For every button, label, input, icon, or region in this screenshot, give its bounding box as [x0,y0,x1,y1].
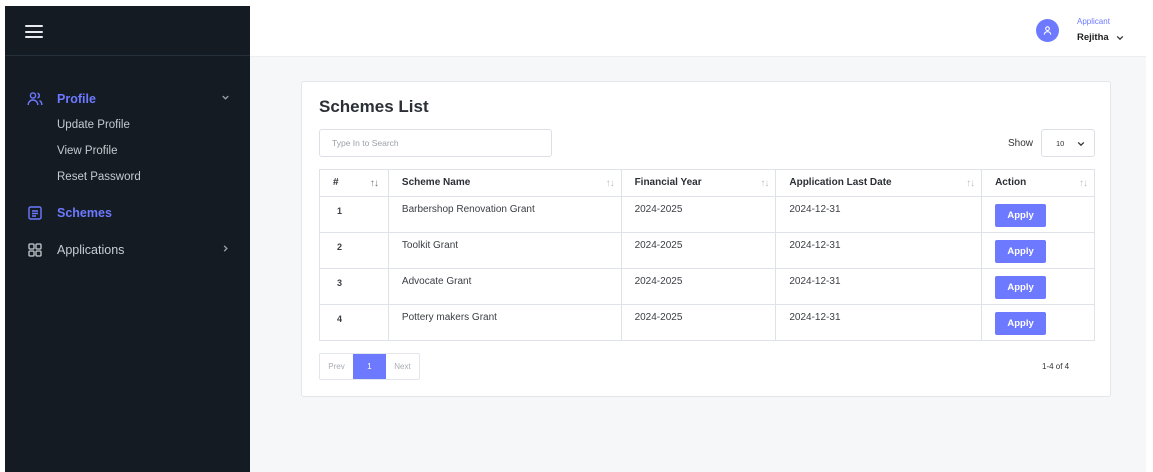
next-page-button[interactable]: Next [386,354,419,379]
last-date-cell: 2024-12-31 [775,232,983,269]
chevron-right-icon [223,245,228,252]
apply-button[interactable]: Apply [995,240,1047,263]
scheme-name-cell: Barbershop Renovation Grant [387,196,622,233]
last-date-cell: 2024-12-31 [775,196,983,233]
user-name[interactable]: Rejitha [1077,32,1109,43]
row-number: 1 [319,196,389,233]
main-content: Schemes List Show 10 # ↑↓ Scheme Name ↑↓ F… [250,57,1146,472]
table-row: 3 Advocate Grant 2024-2025 2024-12-31 Ap… [319,268,1095,305]
column-header-scheme-name[interactable]: Scheme Name ↑↓ [387,169,622,197]
column-header-action[interactable]: Action ↑↓ [981,169,1095,197]
page-1-button[interactable]: 1 [353,354,386,379]
row-number: 2 [319,232,389,269]
avatar[interactable] [1036,19,1059,42]
page-title: Schemes List [319,97,429,116]
sidebar-item-applications[interactable]: Applications [5,237,250,263]
financial-year-cell: 2024-2025 [620,196,777,233]
sort-icon[interactable]: ↑↓ [760,178,769,189]
top-header: Applicant Rejitha [250,6,1146,57]
financial-year-cell: 2024-2025 [620,304,777,341]
user-role: Applicant [1077,17,1110,26]
row-number: 3 [319,268,389,305]
sort-icon[interactable]: ↑↓ [1079,178,1088,189]
show-label: Show [1008,138,1034,149]
column-header-financial-year[interactable]: Financial Year ↑↓ [620,169,777,197]
search-input[interactable] [319,129,552,157]
action-cell: Apply [981,304,1095,341]
action-cell: Apply [981,268,1095,305]
users-icon [27,91,43,107]
table-row: 1 Barbershop Renovation Grant 2024-2025 … [319,196,1095,233]
column-header-label: Action [995,177,1027,188]
table-header-row: # ↑↓ Scheme Name ↑↓ Financial Year ↑↓ Appli… [319,169,1095,197]
sidebar-item-label: Profile [57,92,96,106]
column-header-label: # [333,177,339,188]
apply-button[interactable]: Apply [995,276,1047,299]
sidebar-item-profile[interactable]: Profile [5,86,250,112]
schemes-table: # ↑↓ Scheme Name ↑↓ Financial Year ↑↓ Appli… [319,169,1095,341]
table-row: 2 Toolkit Grant 2024-2025 2024-12-31 App… [319,232,1095,269]
column-header-label: Application Last Date [789,177,892,188]
scheme-name-cell: Advocate Grant [387,268,622,305]
column-header-last-date[interactable]: Application Last Date ↑↓ [775,169,983,197]
sidebar-item-label: Applications [57,243,125,257]
sidebar-nav: Profile Update Profile View Profile Rese… [5,86,250,263]
hamburger-menu-icon[interactable] [25,25,43,38]
list-icon [27,205,43,221]
user-icon [1043,26,1052,35]
page-size-select[interactable]: 10 [1041,129,1095,157]
prev-page-button[interactable]: Prev [320,354,353,379]
page-size-value: 10 [1056,138,1065,148]
sort-icon[interactable]: ↑↓ [606,178,615,189]
sidebar-item-label: Schemes [57,206,112,220]
sidebar-header [5,6,250,56]
pagination-info: 1-4 of 4 [1042,362,1070,371]
table-row: 4 Pottery makers Grant 2024-2025 2024-12… [319,304,1095,341]
financial-year-cell: 2024-2025 [620,232,777,269]
sidebar: Profile Update Profile View Profile Rese… [5,6,250,472]
scheme-name-cell: Pottery makers Grant [387,304,622,341]
sidebar-subitem-view-profile[interactable]: View Profile [5,138,250,164]
apply-button[interactable]: Apply [995,312,1047,335]
sort-icon[interactable]: ↑↓ [966,178,975,189]
sidebar-item-schemes[interactable]: Schemes [5,200,250,226]
apply-button[interactable]: Apply [995,204,1047,227]
chevron-down-icon[interactable] [1116,35,1124,41]
column-header-label: Financial Year [634,177,702,188]
chevron-down-icon [222,95,229,100]
column-header-label: Scheme Name [401,177,471,188]
pagination: Prev 1 Next [319,353,420,380]
sidebar-subitem-reset-password[interactable]: Reset Password [5,164,250,190]
sidebar-subitem-update-profile[interactable]: Update Profile [5,112,250,138]
action-cell: Apply [981,232,1095,269]
last-date-cell: 2024-12-31 [775,268,983,305]
sort-icon[interactable]: ↑↓ [370,178,379,189]
schemes-card: Schemes List Show 10 # ↑↓ Scheme Name ↑↓ F… [301,81,1111,397]
row-number: 4 [319,304,389,341]
financial-year-cell: 2024-2025 [620,268,777,305]
scheme-name-cell: Toolkit Grant [387,232,622,269]
chevron-down-icon [1077,141,1085,147]
column-header-number[interactable]: # ↑↓ [319,169,389,197]
grid-icon [27,242,43,258]
last-date-cell: 2024-12-31 [775,304,983,341]
action-cell: Apply [981,196,1095,233]
